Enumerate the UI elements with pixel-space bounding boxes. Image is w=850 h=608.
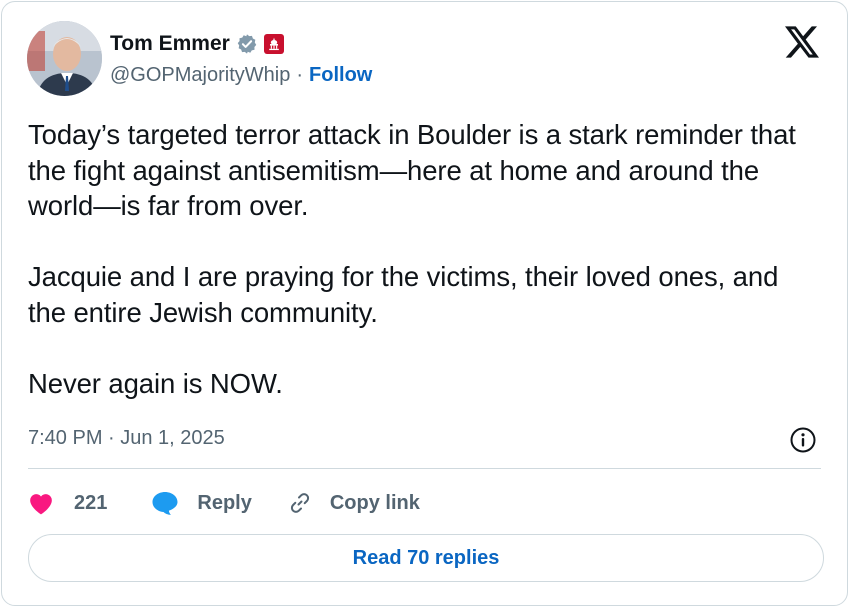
speech-bubble-icon — [152, 492, 178, 515]
author-name-row: Tom Emmer — [110, 30, 284, 58]
reply-button[interactable]: Reply — [151, 490, 252, 516]
x-logo-icon[interactable] — [785, 26, 819, 58]
tweet-timestamp[interactable]: 7:40 PM · Jun 1, 2025 — [28, 427, 225, 450]
tweet-card: Tom Emmer @GOPMajorityWhip · Follow Toda… — [1, 1, 848, 606]
author-handle-row: @GOPMajorityWhip · Follow — [110, 64, 372, 87]
like-button[interactable]: 221 — [28, 491, 107, 515]
action-bar: 221 Reply Copy link — [28, 487, 420, 519]
tweet-paragraph: Never again is NOW. — [28, 367, 283, 399]
follow-button[interactable]: Follow — [309, 64, 372, 87]
avatar-photo — [27, 21, 102, 96]
handle-separator: · — [296, 64, 304, 86]
author-display-name[interactable]: Tom Emmer — [110, 32, 230, 56]
capitol-affiliation-icon — [263, 34, 284, 54]
heart-icon — [30, 494, 52, 515]
author-handle[interactable]: @GOPMajorityWhip — [110, 64, 290, 87]
read-replies-button[interactable]: Read 70 replies — [28, 534, 824, 582]
like-count: 221 — [74, 491, 108, 514]
tweet-paragraph: Today’s targeted terror attack in Boulde… — [28, 119, 796, 221]
verified-badge-icon — [236, 33, 258, 55]
tweet-text: Today’s targeted terror attack in Boulde… — [28, 117, 818, 401]
copy-link-label: Copy link — [329, 491, 420, 514]
copy-link-button[interactable]: Copy link — [288, 491, 420, 515]
divider — [28, 468, 821, 469]
info-icon[interactable] — [789, 426, 817, 454]
link-icon — [290, 493, 309, 513]
tweet-paragraph: Jacquie and I are praying for the victim… — [28, 261, 779, 328]
reply-label: Reply — [197, 491, 252, 514]
avatar[interactable] — [27, 21, 102, 96]
